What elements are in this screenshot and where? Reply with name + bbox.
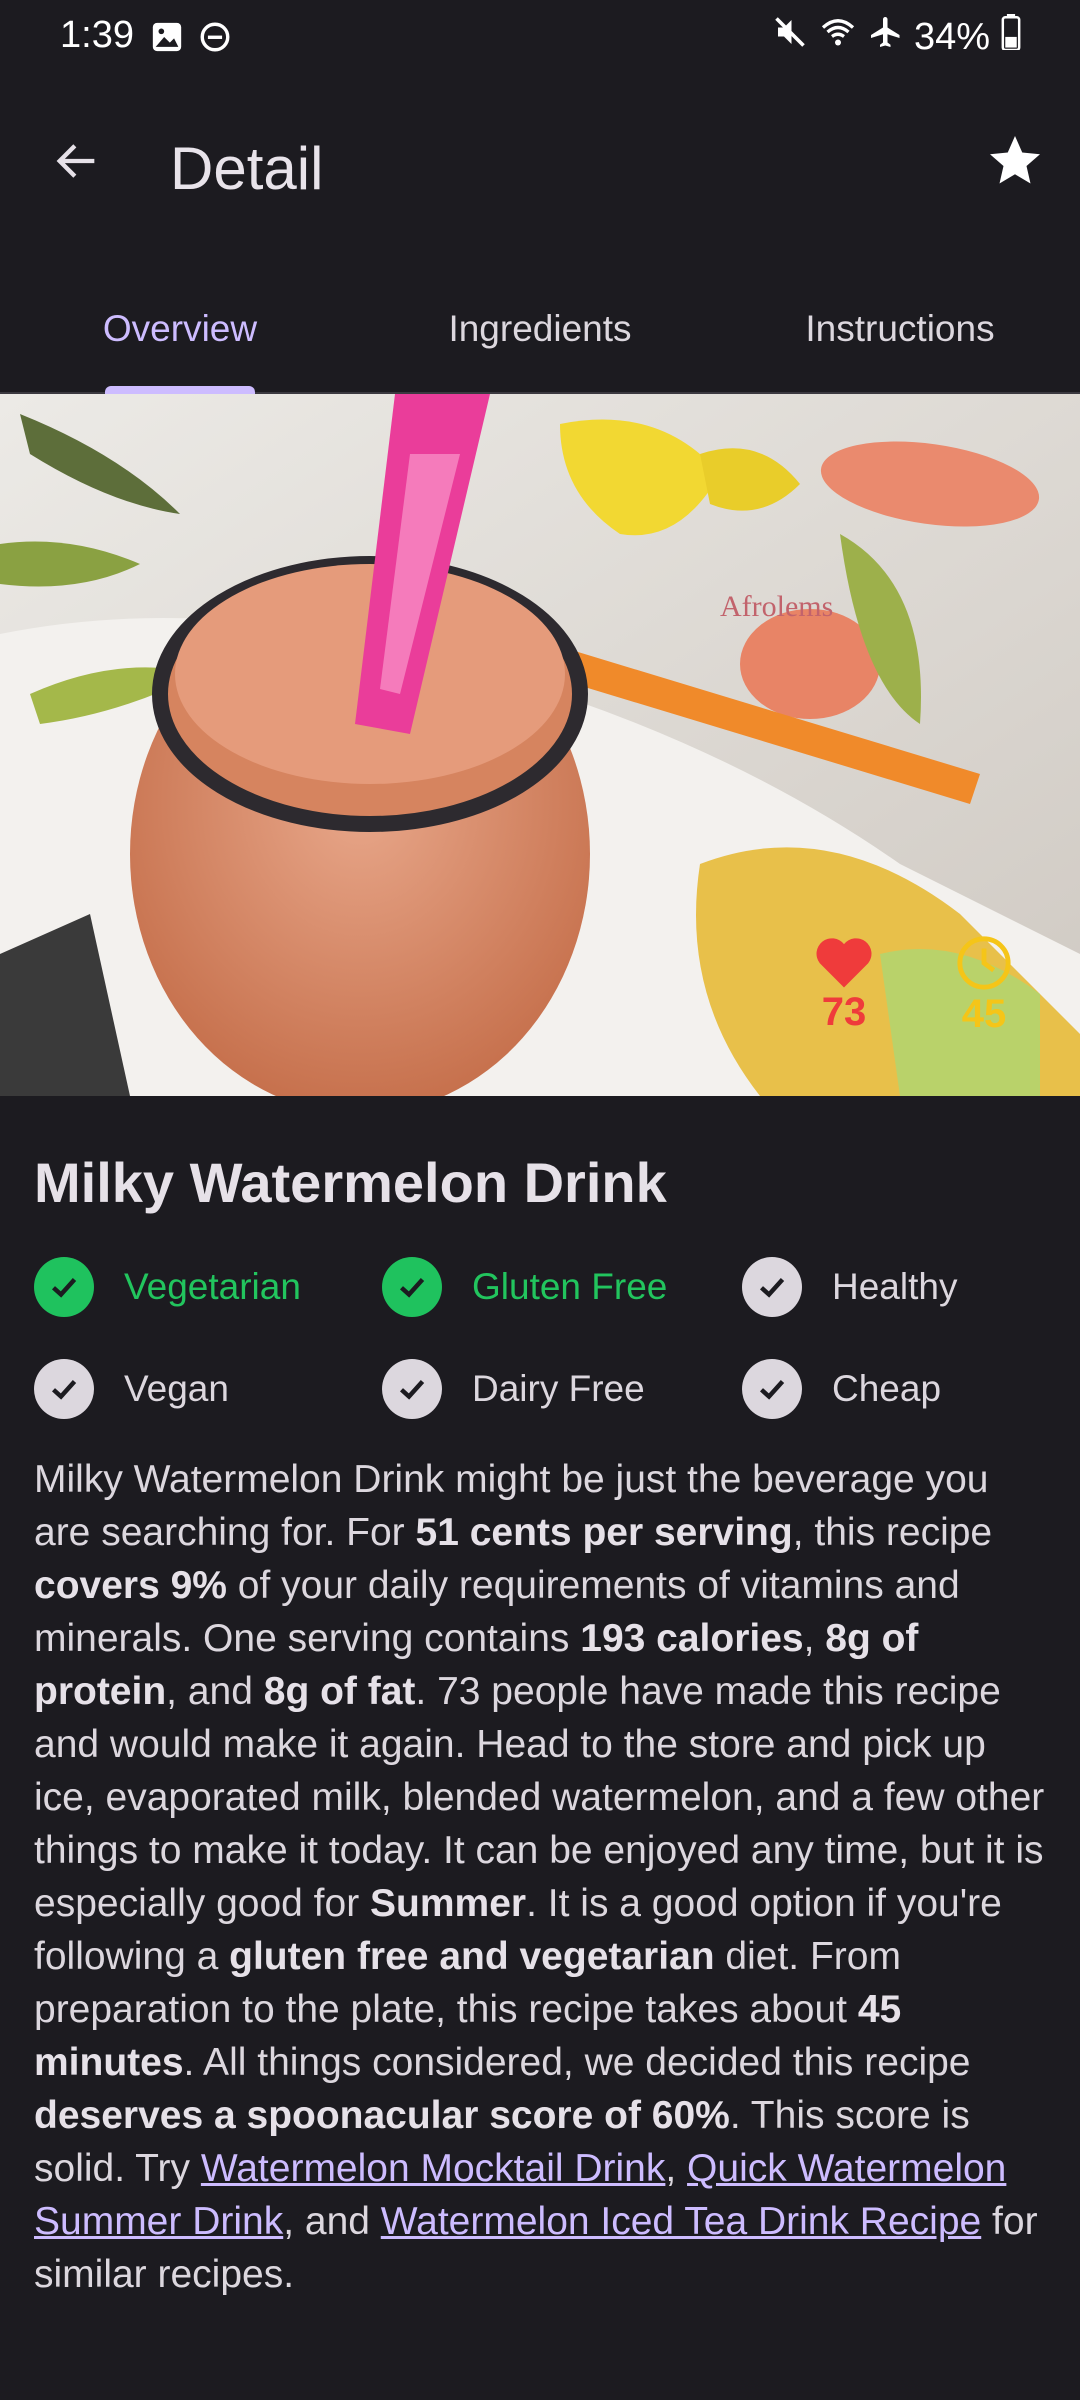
similar-recipe-link[interactable]: Watermelon Mocktail Drink [201, 2147, 666, 2190]
summary-bold: gluten free and vegetarian [229, 1935, 715, 1978]
diet-tags: Vegetarian Gluten Free Healthy Vegan Dai… [34, 1251, 1046, 1425]
tag-label: Healthy [832, 1266, 958, 1307]
summary-text: . All things considered, we decided this… [183, 2041, 971, 2084]
check-circle-icon [382, 1359, 442, 1419]
summary-bold: covers 9% [34, 1564, 227, 1607]
battery-percent: 34% [913, 15, 990, 58]
tag-vegetarian: Vegetarian [34, 1251, 382, 1323]
tag-cheap: Cheap [742, 1353, 1042, 1425]
recipe-title: Milky Watermelon Drink [34, 1151, 667, 1214]
tab-label: Ingredients [448, 308, 632, 349]
recipe-overview: Milky Watermelon Drink Vegetarian Gluten… [34, 1150, 1046, 2301]
summary-bold: Summer [370, 1882, 527, 1925]
tag-vegan: Vegan [34, 1353, 382, 1425]
image-icon [150, 20, 184, 59]
back-button[interactable] [46, 130, 108, 192]
tab-label: Overview [102, 308, 258, 349]
clock-icon [957, 936, 1011, 990]
similar-recipe-link[interactable]: Watermelon Iced Tea Drink Recipe [381, 2200, 981, 2243]
summary-bold: 8g of fat [263, 1670, 416, 1713]
time-counter: 45 [955, 934, 1013, 1037]
check-circle-icon [742, 1359, 802, 1419]
summary-text: , and [283, 2200, 381, 2243]
tag-label: Vegan [124, 1368, 229, 1409]
likes-count: 73 [821, 990, 867, 1034]
tab-label: Instructions [805, 308, 995, 349]
tab-instructions[interactable]: Instructions [720, 266, 1080, 392]
summary-text: , [803, 1617, 826, 1660]
tag-label: Cheap [832, 1368, 942, 1409]
tab-indicator [105, 386, 255, 394]
check-circle-icon [34, 1257, 94, 1317]
summary-text: , and [166, 1670, 264, 1713]
check-circle-icon [742, 1257, 802, 1317]
star-icon [990, 136, 1040, 184]
tag-gluten-free: Gluten Free [382, 1251, 742, 1323]
status-bar: 1:39 34% [0, 0, 1080, 76]
summary-bold: deserves a spoonacular score of 60% [34, 2094, 730, 2137]
wifi-icon [818, 14, 858, 60]
summary-bold: 193 calories [580, 1617, 804, 1660]
favorite-button[interactable] [980, 126, 1050, 196]
tag-dairy-free: Dairy Free [382, 1353, 742, 1425]
minutes-count: 45 [961, 992, 1007, 1036]
top-app-bar: Detail [0, 76, 1080, 266]
tag-label: Gluten Free [472, 1266, 668, 1307]
tag-label: Dairy Free [472, 1368, 645, 1409]
tag-label: Vegetarian [124, 1266, 301, 1307]
tab-overview[interactable]: Overview [0, 266, 360, 394]
tab-ingredients[interactable]: Ingredients [360, 266, 720, 392]
check-circle-icon [382, 1257, 442, 1317]
heart-icon [816, 938, 872, 988]
recipe-image: Afrolems 73 45 [0, 394, 1080, 1096]
tab-bar: Overview Ingredients Instructions [0, 266, 1080, 394]
airplane-icon [868, 14, 904, 60]
summary-text: , this recipe [792, 1511, 993, 1554]
summary-text: , [665, 2147, 688, 2190]
page-title: Detail [170, 135, 324, 202]
battery-icon [1000, 14, 1022, 60]
tag-healthy: Healthy [742, 1251, 1042, 1323]
arrow-left-icon [56, 144, 95, 178]
recipe-summary: Milky Watermelon Drink might be just the… [34, 1453, 1046, 2301]
likes-counter: 73 [813, 934, 875, 1035]
status-time: 1:39 [60, 14, 134, 56]
watermark: Afrolems [720, 590, 833, 623]
recipe-photo: Afrolems [0, 394, 1080, 1096]
summary-bold: 51 cents per serving [415, 1511, 793, 1554]
dnd-icon [198, 20, 232, 59]
check-circle-icon [34, 1359, 94, 1419]
mute-icon [772, 14, 808, 60]
